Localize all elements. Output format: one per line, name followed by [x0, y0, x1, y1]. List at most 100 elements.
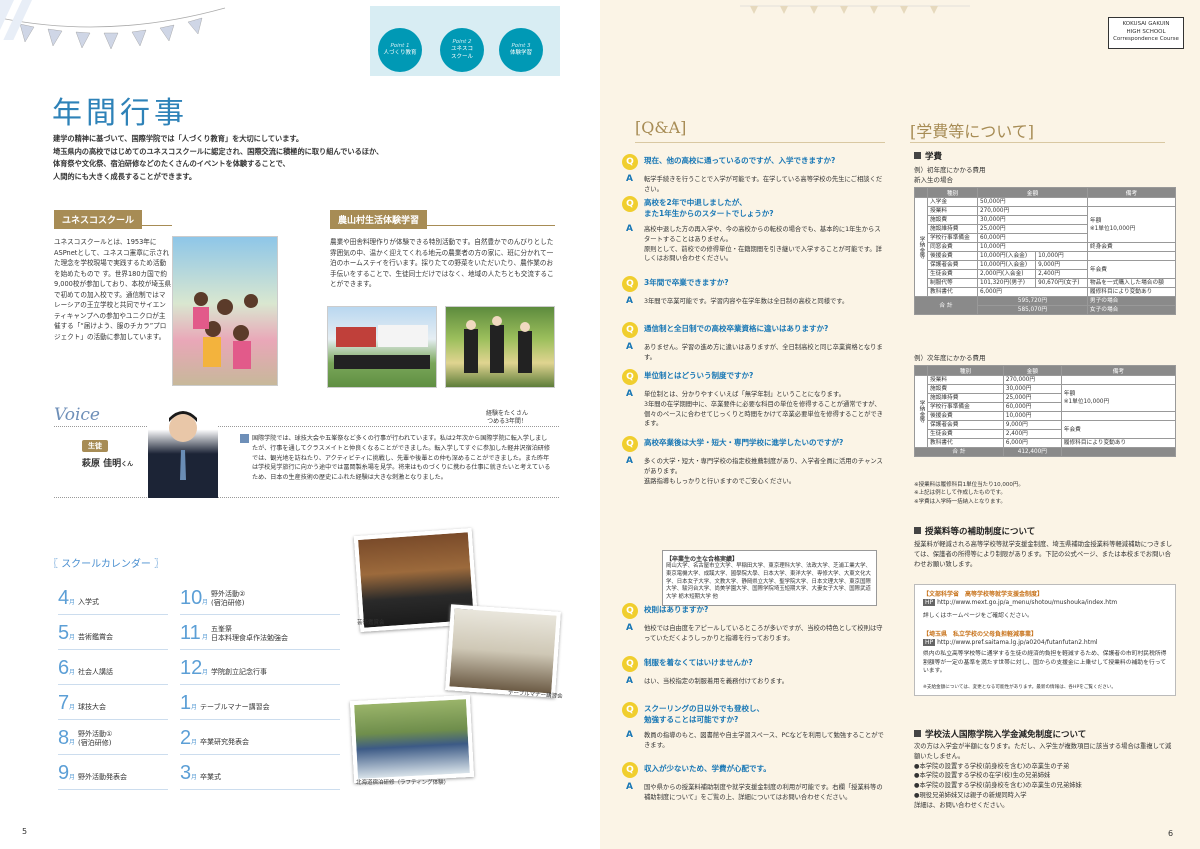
calendar-item: 5 月芸術鑑賞会	[58, 620, 168, 650]
a-icon: A	[626, 174, 633, 184]
qa-list: Q 現在、他の高校に通っているのですが、入学できますか? A 転学手続きを行うことで入…	[622, 154, 887, 834]
calendar-item: 3 月卒業式	[180, 760, 340, 790]
fee-total-row: 合 計 595,720円 男子の場合	[914, 296, 1177, 315]
a-icon: A	[626, 389, 633, 399]
fee-item: 施設費	[927, 215, 978, 225]
fee-col-header: 金額	[977, 187, 1088, 198]
fee-total-amount: 412,400円	[1002, 447, 1062, 457]
fee-total-note: 男子の場合	[1086, 296, 1177, 306]
fee-amount: 50,000円	[977, 197, 1088, 207]
results-text: 岡山大学、名古屋市立大学、早稲田大学、東京理科大学、法政大学、芝浦工業大学、東京…	[666, 563, 871, 601]
aid-footnote: ※支給金額については、変更となる可能性があります。最新の情報は、各HPをご覧くだ…	[923, 685, 1116, 690]
exempt-heading: 学校法人国際学院入学金減免制度について	[914, 728, 1086, 740]
fee-row: 後援会費 10,000円(入会金) 10,000円	[915, 251, 1177, 261]
fee-amount: 270,000円	[1002, 375, 1062, 385]
fee-heading: 学費	[914, 150, 942, 162]
calendar-month: 9	[58, 762, 70, 784]
fee-item: 後援会費	[927, 411, 1004, 421]
calendar-heading: 〖 スクールカレンダー 〗	[48, 559, 165, 570]
fee-rule	[910, 142, 1165, 143]
answer-text: 単位制とは、分かりやすくいえば「無学年制」ということになります。 3年間の在学期…	[644, 391, 883, 428]
fee-total-row: 合 計 412,400円	[914, 447, 1177, 457]
calendar-item: 6 月社会人講話	[58, 655, 168, 685]
fee-amount: 10,000円(入会金)	[976, 251, 1037, 261]
calendar-event: 五峯祭 日本料理食卓作法勉強会	[211, 625, 288, 643]
calendar-month: 4	[58, 587, 70, 609]
qa-title: [Q&A]	[635, 118, 687, 137]
fee-title: [学費等について]	[910, 122, 1035, 141]
fee-item: 施設維持費	[927, 393, 1004, 403]
aid-box: 【文部科学省 高等学校等就学支援金制度】 HP http://www.mext.…	[914, 584, 1176, 696]
calendar-month-unit: 月	[202, 634, 209, 641]
page-number-right: 6	[1168, 829, 1174, 838]
aid-url2-text[interactable]: http://www.pref.saitama.lg.jp/a0204/futa…	[937, 639, 1098, 646]
exempt-text: 次の方は入学金が半額になります。ただし、入学生が複数項目に該当する場合は重複して…	[914, 743, 1172, 809]
calendar-month: 5	[58, 622, 70, 644]
voice-note: 経験をたくさん つめる3年間！	[486, 410, 529, 425]
fee-note: 年会費	[1060, 420, 1177, 439]
answer-text: 多くの大学・短大・専門学校の指定校推薦制度があり、入学者全員に活用のチャンスがあ…	[644, 458, 883, 485]
answer-text: 教員の指導のもと、図書館や自主学習スペース、PCなどを利用して勉強することができ…	[644, 732, 884, 749]
voice-text: 国際学院では、球技大会や五峯祭など多くの行事が行われています。私は2年次から国際…	[252, 435, 551, 481]
fee-item: 保護者会費	[927, 420, 1004, 430]
point-2: Point 2 ユネスコ スクール	[440, 28, 484, 72]
q-icon: Q	[622, 154, 638, 170]
left-page: Point 1 人づくり教育 Point 2 ユネスコ スクール Point 3…	[0, 0, 600, 849]
point-tag: Point 1	[390, 42, 410, 49]
fee-note	[1086, 251, 1177, 261]
a-icon: A	[626, 782, 633, 792]
fee-total-note	[1060, 447, 1177, 457]
farm-rule	[330, 225, 555, 226]
fee-note	[1060, 375, 1177, 385]
right-page: KOKUSAI GAKUIN HIGH SCHOOL Correspondenc…	[600, 0, 1200, 849]
fee-side-label: 学納金等	[914, 197, 928, 297]
fee-amount: 30,000円	[1002, 384, 1062, 394]
manner-photo	[445, 604, 561, 698]
point-label: 体験学習	[509, 50, 532, 56]
fee-header-row: 種別 金額 備考	[914, 187, 1177, 198]
fee-row: 保護者会費 9,000円 年会費	[915, 420, 1177, 439]
fee-item: 学校行事準備金	[927, 402, 1004, 412]
fee-amount: 2,400円	[1002, 429, 1062, 439]
aid-text: 授業料が軽減される高等学校等就学支援金制度、埼玉県補助金授業料等軽減補助につきま…	[914, 541, 1173, 568]
fee-note: 年額 ※1単位10,000円	[1086, 206, 1177, 243]
fee-col-header: 備考	[1086, 187, 1177, 198]
voice-text-marker	[240, 434, 249, 443]
point-1: Point 1 人づくり教育	[378, 28, 422, 72]
question-text: 現在、他の高校に通っているのですが、入学できますか?	[644, 156, 836, 165]
fee-row: 教科書代 6,000円 履修科目により変動あり	[915, 287, 1177, 297]
aid-url1-text[interactable]: http://www.mext.go.jp/a_menu/shotou/mush…	[937, 599, 1117, 606]
fee-total-label: 合 計	[914, 296, 978, 315]
farm-heading: 農山村生活体験学習	[330, 210, 428, 229]
farm-group-photo	[327, 306, 437, 388]
calendar-heading-text: スクールカレンダー	[61, 559, 151, 570]
q-icon: Q	[622, 436, 638, 452]
fee-amount: 6,000円	[1002, 438, 1062, 448]
student-photo	[148, 400, 218, 498]
qa-rule	[635, 142, 885, 143]
fee-col-header: 種別	[927, 365, 1004, 376]
fee-row: 後援会費 10,000円	[915, 411, 1177, 421]
calendar-event: テーブルマナー講習会	[200, 703, 270, 711]
fee-note: 終身会費	[1086, 242, 1177, 252]
fee-item: 同窓会費	[927, 242, 978, 252]
point-3: Point 3 体験学習	[499, 28, 543, 72]
bunting-decoration-right	[740, 5, 970, 14]
question-text: 単位制とはどういう制度ですか?	[644, 371, 754, 380]
a-icon: A	[626, 623, 633, 633]
calendar-month: 1	[180, 692, 192, 714]
fee-item: 入学金	[927, 197, 978, 207]
answer-text: 高校中退した方の再入学や、今の高校からの転校の場合でも、基本的に1年生からスター…	[644, 226, 882, 263]
calendar-month: 8	[58, 727, 70, 749]
calendar-month-unit: 月	[69, 634, 76, 641]
calendar-item: 11 月五峯祭 日本料理食卓作法勉強会	[180, 620, 340, 650]
unesco-heading: ユネスコスクール	[54, 210, 143, 229]
calendar-item: 12 月学院創立記念行事	[180, 655, 340, 685]
fee-amount: 270,000円	[977, 206, 1088, 216]
rafting-caption: 北海道宿泊研修（ラフティング体験）	[356, 780, 450, 786]
fee-row: 施設費 30,000円 年額 ※1単位10,000円	[915, 384, 1177, 412]
point-label: ユネスコ スクール	[450, 46, 473, 60]
fee-amount: 25,000円	[977, 224, 1088, 234]
calendar-event: 野外活動② (宿泊研修)	[211, 590, 246, 608]
fee-amount: 2,400円	[1035, 269, 1088, 279]
